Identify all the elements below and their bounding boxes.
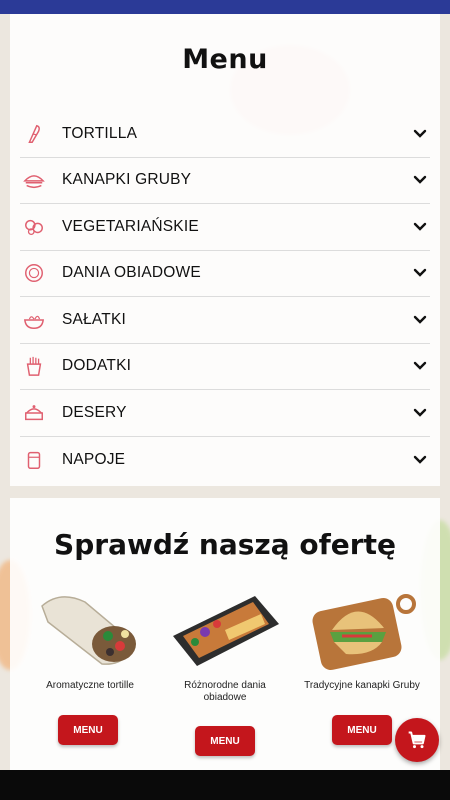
category-label: DESERY — [62, 403, 127, 421]
chevron-down-icon — [413, 176, 427, 184]
dessert-icon — [22, 401, 46, 425]
tortilla-icon — [22, 122, 46, 146]
drink-icon — [22, 448, 46, 472]
offer-item-kanapki: Tradycyjne kanapki Gruby — [302, 584, 422, 692]
chevron-down-icon — [413, 129, 427, 138]
category-tortilla[interactable]: TORTILLA — [20, 111, 430, 158]
menu-button-tortilla[interactable]: MENU — [58, 715, 118, 745]
offer-caption: Tradycyjne kanapki Gruby — [304, 680, 420, 691]
menu-card: Menu TORTILLA KANAPKI GRUBY VEGETARIAŃSK… — [10, 14, 440, 486]
fries-icon — [22, 354, 46, 378]
offer-title: Sprawdź naszą ofertę — [54, 528, 396, 561]
offer-item-tortilla: Aromatyczne tortille — [30, 584, 150, 692]
vegetarian-icon — [22, 215, 46, 239]
category-dania-obiadowe[interactable]: DANIA OBIADOWE — [20, 251, 430, 297]
category-label: DODATKI — [62, 357, 132, 375]
category-label: TORTILLA — [62, 124, 138, 142]
offer-card: Sprawdź naszą ofertę Aromatyczne tortill… — [10, 498, 440, 770]
offer-item-dania: Różnorodne dania obiadowe — [165, 584, 285, 704]
category-desery[interactable]: DESERY — [20, 390, 430, 437]
category-kanapki-gruby[interactable]: KANAPKI GRUBY — [20, 158, 430, 204]
category-vegetarianskie[interactable]: VEGETARIAŃSKIE — [20, 204, 430, 251]
category-label: SAŁATKI — [62, 310, 126, 328]
offer-caption: Różnorodne dania obiadowe — [184, 680, 266, 703]
sandwich-board-image — [312, 594, 416, 671]
category-label: DANIA OBIADOWE — [62, 264, 201, 282]
menu-button-kanapki[interactable]: MENU — [332, 715, 392, 745]
navigation-bar — [0, 770, 450, 800]
chevron-down-icon — [413, 222, 427, 231]
category-label: VEGETARIAŃSKIE — [62, 217, 199, 235]
menu-title: Menu — [182, 44, 268, 75]
sandwich-icon — [22, 168, 46, 192]
status-bar — [0, 0, 450, 14]
cart-button[interactable] — [395, 718, 439, 762]
dinner-plate-icon — [22, 261, 46, 285]
chevron-down-icon — [413, 269, 427, 277]
salad-icon — [22, 308, 46, 332]
chevron-down-icon — [413, 315, 427, 324]
chevron-down-icon — [413, 408, 427, 417]
category-salatki[interactable]: SAŁATKI — [20, 297, 430, 344]
chevron-down-icon — [413, 455, 427, 464]
dinner-dish-image — [173, 596, 279, 666]
menu-button-dania[interactable]: MENU — [195, 726, 255, 756]
category-label: KANAPKI GRUBY — [62, 171, 192, 189]
category-label: NAPOJE — [62, 450, 126, 468]
category-dodatki[interactable]: DODATKI — [20, 344, 430, 390]
tortilla-wrap-image — [41, 596, 136, 665]
offer-caption: Aromatyczne tortille — [46, 680, 134, 691]
category-list: TORTILLA KANAPKI GRUBY VEGETARIAŃSKIE DA… — [20, 111, 430, 483]
category-napoje[interactable]: NAPOJE — [20, 437, 430, 484]
cart-icon — [408, 731, 426, 749]
chevron-down-icon — [413, 362, 427, 370]
